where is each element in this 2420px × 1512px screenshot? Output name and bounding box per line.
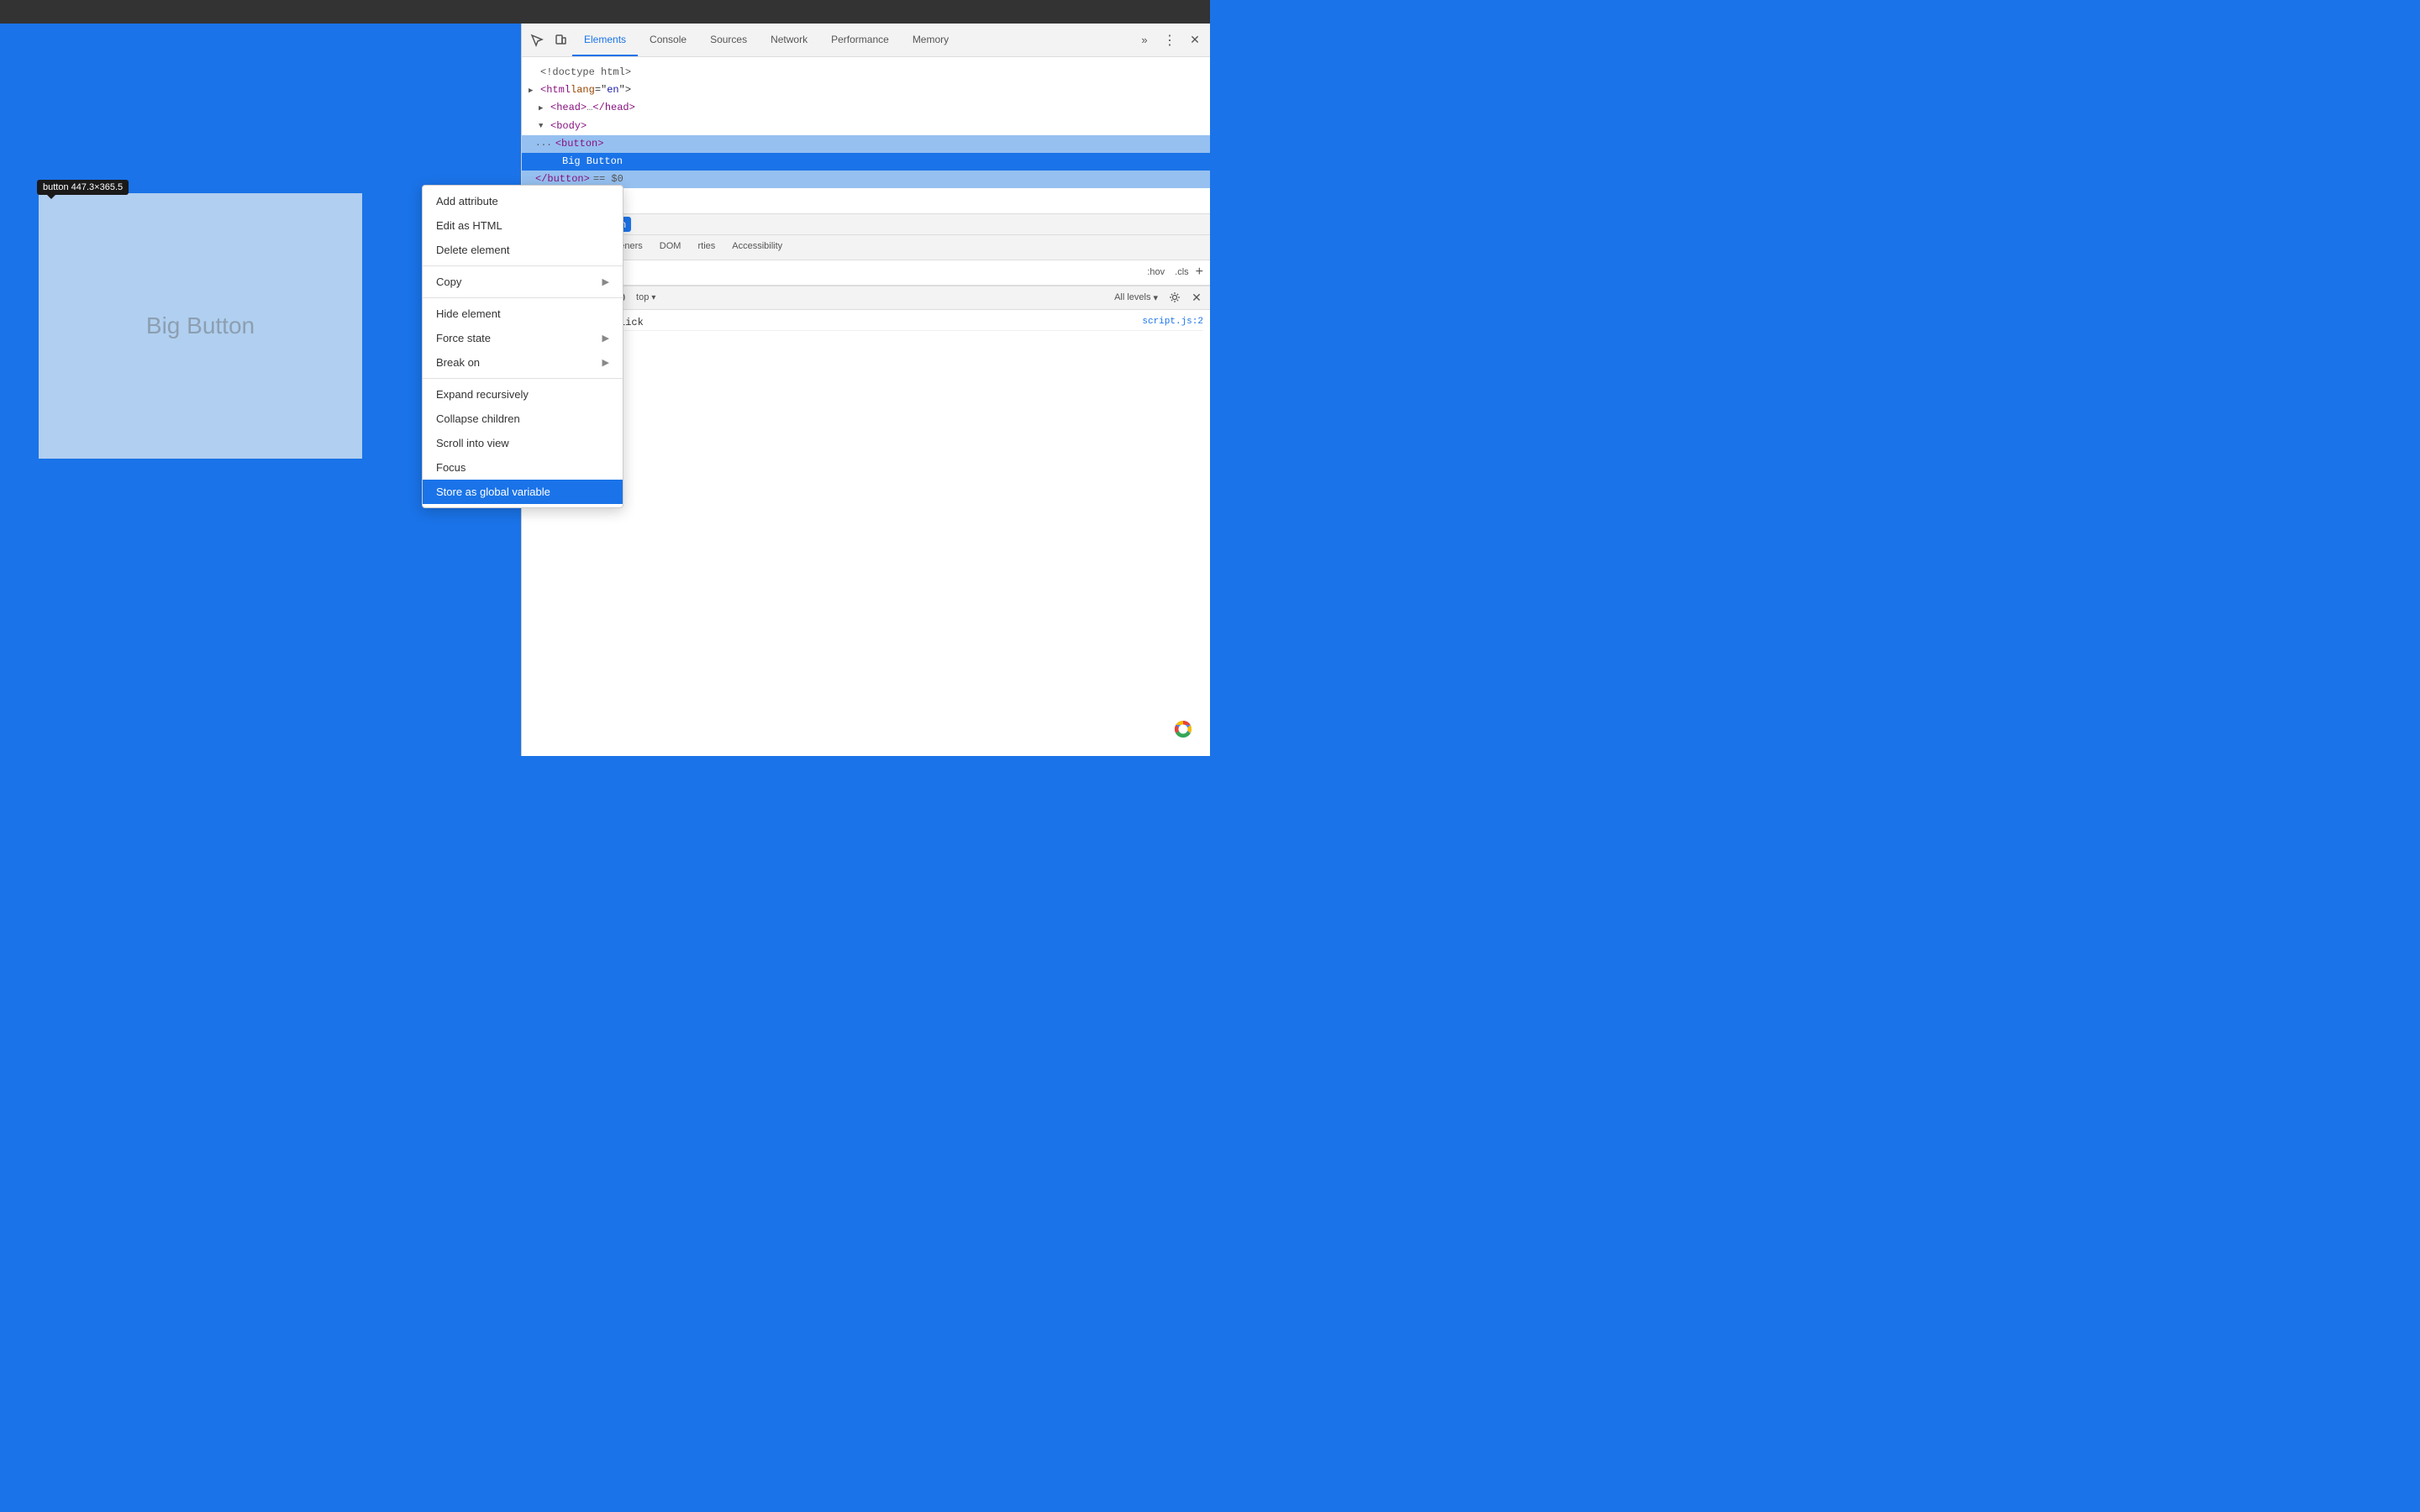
filter-bar: :hov .cls + xyxy=(522,260,1210,286)
context-menu-sep2 xyxy=(423,297,623,298)
html-line-body-close[interactable]: </body> xyxy=(522,188,1210,206)
panel-tabs: Styles Event Listeners DOM rties Accessi… xyxy=(522,235,1210,260)
chrome-logo xyxy=(1170,716,1197,743)
inspect-button[interactable] xyxy=(525,29,549,52)
console-close-button[interactable]: ✕ xyxy=(1188,289,1205,306)
element-tooltip: button 447.3×365.5 xyxy=(37,180,129,195)
context-menu-break-on[interactable]: Break on ▶ xyxy=(423,350,623,375)
devtools-panel: Elements Console Sources Network Perform… xyxy=(521,24,1210,756)
tab-network[interactable]: Network xyxy=(759,24,819,56)
tab-sources[interactable]: Sources xyxy=(698,24,759,56)
break-on-arrow-icon: ▶ xyxy=(602,357,609,368)
filter-right: :hov .cls + xyxy=(1144,265,1203,280)
devtools-toolbar-right: » ⋮ ✕ xyxy=(1133,29,1207,52)
panel-tab-accessibility[interactable]: Accessibility xyxy=(723,235,791,260)
device-toggle-button[interactable] xyxy=(549,29,572,52)
add-style-button[interactable]: + xyxy=(1196,265,1203,280)
context-menu-scroll-into-view[interactable]: Scroll into view xyxy=(423,431,623,455)
tab-console[interactable]: Console xyxy=(638,24,698,56)
context-menu-expand-recursively[interactable]: Expand recursively xyxy=(423,382,623,407)
html-line-doctype[interactable]: <!doctype html> xyxy=(522,64,1210,81)
devtools-tabs: Elements Console Sources Network Perform… xyxy=(572,24,1133,56)
hov-button[interactable]: :hov xyxy=(1144,265,1168,279)
devtools-toolbar: Elements Console Sources Network Perform… xyxy=(522,24,1210,57)
copy-arrow-icon: ▶ xyxy=(602,276,609,287)
elements-panel: <!doctype html> ▶ <html lang="en"> ▶ <he… xyxy=(522,57,1210,756)
console-log-entry: thank you for click script.js:2 xyxy=(529,315,1203,331)
context-menu-delete-element[interactable]: Delete element xyxy=(423,238,623,262)
console-area: ⋮ Console xyxy=(522,286,1210,757)
big-button[interactable]: Big Button xyxy=(37,192,364,460)
console-log-source[interactable]: script.js:2 xyxy=(1142,317,1203,327)
settings-button[interactable]: ⋮ xyxy=(1158,29,1181,52)
html-line-head[interactable]: ▶ <head>…</head> xyxy=(522,99,1210,117)
console-prompt: › xyxy=(529,334,1203,346)
tab-performance[interactable]: Performance xyxy=(819,24,901,56)
force-state-arrow-icon: ▶ xyxy=(602,333,609,344)
breadcrumb-bar: html body button xyxy=(522,213,1210,235)
context-menu: Add attribute Edit as HTML Delete elemen… xyxy=(422,185,623,508)
context-menu-edit-as-html[interactable]: Edit as HTML xyxy=(423,213,623,238)
html-line-button-close[interactable]: </button> == $0 xyxy=(522,171,1210,188)
console-input[interactable] xyxy=(539,334,1203,346)
console-context: top ▾ xyxy=(636,292,655,302)
panel-tab-properties[interactable]: rties xyxy=(689,235,723,260)
more-tabs-button[interactable]: » xyxy=(1133,29,1156,52)
close-devtools-button[interactable]: ✕ xyxy=(1183,29,1207,52)
console-toolbar: ⋮ Console xyxy=(522,286,1210,310)
context-menu-copy[interactable]: Copy ▶ xyxy=(423,270,623,294)
context-menu-force-state[interactable]: Force state ▶ xyxy=(423,326,623,350)
context-menu-sep1 xyxy=(423,265,623,266)
cls-button[interactable]: .cls xyxy=(1171,265,1192,279)
html-tree: <!doctype html> ▶ <html lang="en"> ▶ <he… xyxy=(522,57,1210,213)
console-context-label: top xyxy=(636,292,649,302)
tab-elements[interactable]: Elements xyxy=(572,24,638,56)
html-line-button-content[interactable]: Big Button xyxy=(522,153,1210,171)
tab-memory[interactable]: Memory xyxy=(901,24,960,56)
html-line-html[interactable]: ▶ <html lang="en"> xyxy=(522,81,1210,99)
console-level-selector[interactable]: All levels ▾ xyxy=(1114,292,1158,303)
html-line-body[interactable]: ▼ <body> xyxy=(522,118,1210,135)
big-button-label: Big Button xyxy=(146,312,255,339)
console-settings-button[interactable] xyxy=(1166,289,1183,306)
context-menu-focus[interactable]: Focus xyxy=(423,455,623,480)
panel-tab-dom[interactable]: DOM xyxy=(651,235,690,260)
context-menu-add-attribute[interactable]: Add attribute xyxy=(423,189,623,213)
context-menu-hide-element[interactable]: Hide element xyxy=(423,302,623,326)
html-line-dots[interactable]: ... <button> xyxy=(522,135,1210,153)
context-menu-store-as-global[interactable]: Store as global variable xyxy=(423,480,623,504)
console-content: thank you for click script.js:2 › xyxy=(522,310,1210,757)
context-menu-sep3 xyxy=(423,378,623,379)
context-menu-collapse-children[interactable]: Collapse children xyxy=(423,407,623,431)
browser-top-bar xyxy=(0,0,1210,24)
